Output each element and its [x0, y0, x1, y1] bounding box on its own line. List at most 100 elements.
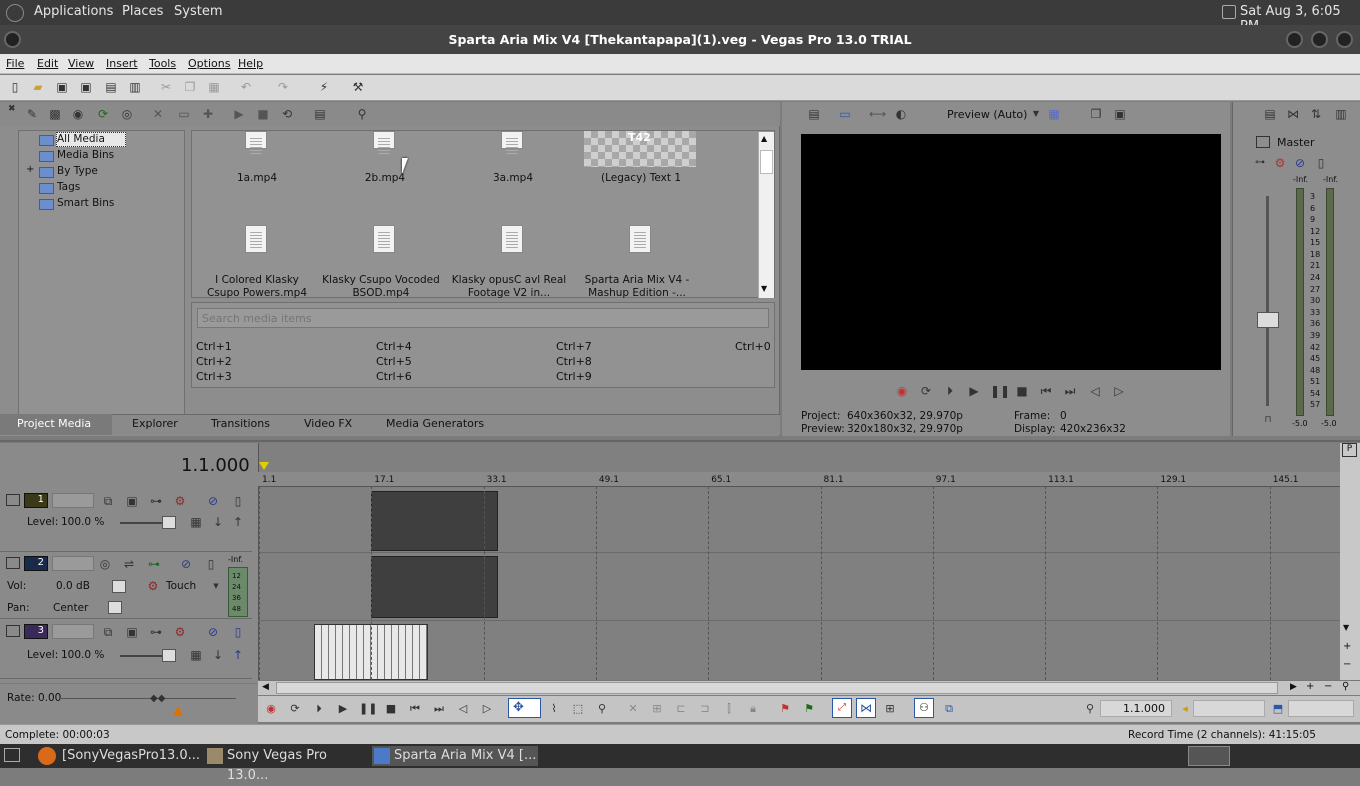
horizontal-scrollbar[interactable]: ◀ ▶ + − ⚲: [258, 680, 1360, 695]
pause-icon[interactable]: ❚❚: [359, 702, 377, 716]
media-item-name[interactable]: (Legacy) Text 1: [576, 172, 706, 185]
media-item-name[interactable]: 1a.mp4: [192, 172, 322, 185]
zoom-out-icon[interactable]: −: [1324, 681, 1332, 692]
zoom-in-icon[interactable]: +: [1306, 681, 1314, 692]
new-icon[interactable]: ▯: [7, 79, 23, 95]
selection-end-field[interactable]: [1288, 700, 1354, 717]
zoom-tool-icon[interactable]: ⚲: [1342, 681, 1349, 692]
dim-output-icon[interactable]: ⇅: [1308, 106, 1324, 122]
tree-item-by-type[interactable]: By Type: [57, 165, 98, 177]
preview-quality-select[interactable]: Preview (Auto): [947, 108, 1027, 121]
zoom-icon[interactable]: ⚲: [354, 106, 370, 122]
cursor-time-field[interactable]: 1.1.000: [1100, 700, 1172, 717]
lock-envelopes-toggle[interactable]: ⚇: [914, 698, 934, 718]
automation-mode[interactable]: Touch: [166, 580, 196, 592]
copy-snapshot-icon[interactable]: ❐: [1088, 106, 1104, 122]
media-item-name[interactable]: Klasky opusC avl Real Footage V2 in...: [444, 274, 574, 300]
arrow-down-icon[interactable]: ↓: [210, 647, 226, 663]
taskbar-item-1[interactable]: [SonyVegasPro13.0...: [40, 746, 202, 766]
ignore-grouping-icon[interactable]: ⧉: [941, 702, 957, 716]
go-to-end-icon[interactable]: ⏭: [431, 702, 447, 716]
stop-icon[interactable]: ■: [383, 702, 399, 716]
audio-clip[interactable]: [371, 556, 498, 618]
distro-logo-icon[interactable]: [6, 4, 24, 22]
envelope-tool-icon[interactable]: ⌇: [546, 702, 562, 716]
auto-crossfade-toggle[interactable]: ⋈: [856, 698, 876, 718]
scroll-thumb[interactable]: [760, 150, 773, 174]
play-icon[interactable]: ▶: [231, 106, 247, 122]
applications-menu[interactable]: Applications: [34, 4, 113, 19]
auto-preview-icon[interactable]: ⟲: [279, 106, 295, 122]
media-tags-icon[interactable]: ✚: [200, 106, 216, 122]
go-to-start-icon[interactable]: ⏮: [1038, 383, 1054, 399]
vertical-scrollbar[interactable]: P ▼ + −: [1340, 443, 1360, 683]
media-search-icon[interactable]: ◎: [119, 106, 135, 122]
play-from-start-icon[interactable]: ⏵: [311, 702, 327, 716]
expand-by-type-icon[interactable]: +: [26, 164, 34, 175]
mute-icon[interactable]: ⊘: [1292, 155, 1308, 171]
paste-icon[interactable]: ▦: [206, 79, 222, 95]
capture-icon[interactable]: ▩: [47, 106, 63, 122]
normal-edit-tool[interactable]: ✥: [508, 698, 541, 718]
media-grid-scrollbar[interactable]: ▲ ▼: [758, 132, 774, 298]
insert-region-icon[interactable]: ⚑: [801, 702, 817, 716]
arrow-down-icon[interactable]: ↓: [210, 514, 226, 530]
lock-icon[interactable]: 🔒︎: [745, 702, 761, 716]
enable-snapping-icon[interactable]: ⚡: [316, 79, 332, 95]
properties-icon[interactable]: ▥: [127, 79, 143, 95]
zoom-tool-icon[interactable]: ⚲: [594, 702, 610, 716]
snapping-toggle[interactable]: ⤢: [832, 698, 852, 718]
next-frame-icon[interactable]: ▷: [1111, 383, 1127, 399]
previous-frame-icon[interactable]: ◁: [455, 702, 471, 716]
automation-gear-icon[interactable]: ⚙: [145, 578, 161, 594]
tab-video-fx[interactable]: Video FX: [304, 417, 352, 433]
render-icon[interactable]: ▤: [103, 79, 119, 95]
save-snapshot-icon[interactable]: ▣: [1112, 106, 1128, 122]
track-name-field[interactable]: [52, 493, 94, 508]
taskbar-item-3[interactable]: Sparta Aria Mix V4 [...: [372, 746, 538, 766]
menu-view[interactable]: View: [68, 57, 94, 70]
solo-icon[interactable]: ▯: [1313, 155, 1329, 171]
level-slider-thumb[interactable]: [162, 649, 176, 662]
media-item-name[interactable]: Klasky Csupo Vocoded BSOD.mp4: [316, 274, 446, 300]
selection-tool-icon[interactable]: ⬚: [570, 702, 586, 716]
split-icon[interactable]: ⫿: [721, 702, 737, 716]
mixer-properties-icon[interactable]: ▤: [1262, 106, 1278, 122]
workspace-switcher[interactable]: [1188, 746, 1230, 766]
save-as-icon[interactable]: ▣: [78, 79, 94, 95]
go-to-start-icon[interactable]: ⏮: [407, 702, 423, 716]
window-menu-button[interactable]: [4, 31, 21, 48]
record-icon[interactable]: ◉: [263, 702, 279, 716]
arrow-up-icon[interactable]: ↑: [230, 647, 246, 663]
loop-icon[interactable]: ⟳: [918, 383, 934, 399]
tree-item-media-bins[interactable]: Media Bins: [57, 149, 114, 161]
zoom-in-vertical-icon[interactable]: +: [1343, 641, 1351, 652]
track-motion-icon[interactable]: ⧉: [100, 493, 116, 509]
media-item-name[interactable]: 3a.mp4: [448, 172, 578, 185]
next-frame-icon[interactable]: ▷: [479, 702, 495, 716]
maximize-button[interactable]: [1311, 31, 1328, 48]
tree-item-smart-bins[interactable]: Smart Bins: [57, 197, 114, 209]
loop-playback-icon[interactable]: ⟳: [287, 702, 303, 716]
pan-slider-thumb[interactable]: [108, 601, 122, 614]
volume-slider-thumb[interactable]: [112, 580, 126, 593]
refresh-icon[interactable]: ⟳: [95, 106, 111, 122]
chevron-down-icon[interactable]: ▼: [208, 578, 224, 594]
go-to-end-icon[interactable]: ⏭: [1062, 383, 1078, 399]
open-icon[interactable]: ▰: [30, 79, 46, 95]
undo-icon[interactable]: ↶: [238, 79, 254, 95]
tree-item-all-media[interactable]: All Media: [57, 133, 105, 145]
loop-marker-icon[interactable]: [259, 462, 269, 470]
menu-file[interactable]: File: [6, 57, 24, 70]
fader-lock-icon[interactable]: ⊓: [1260, 412, 1276, 428]
import-media-icon[interactable]: ✎: [24, 106, 40, 122]
show-desktop-icon[interactable]: [4, 748, 20, 762]
solo-icon[interactable]: ▯: [230, 624, 246, 640]
panel-close-icon[interactable]: ✖: [8, 104, 16, 114]
parent-gear-icon[interactable]: ⚙: [172, 493, 188, 509]
track-name-field[interactable]: [52, 556, 94, 571]
get-media-icon[interactable]: ◉: [70, 106, 86, 122]
solo-icon[interactable]: ▯: [230, 493, 246, 509]
track-name-field[interactable]: [52, 624, 94, 639]
menu-insert[interactable]: Insert: [106, 57, 138, 70]
